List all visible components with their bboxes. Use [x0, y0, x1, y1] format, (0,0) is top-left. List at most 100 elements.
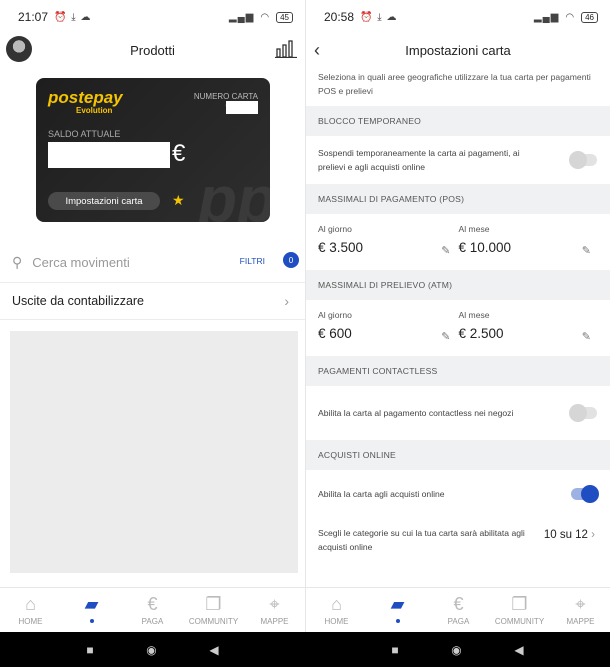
nav-label: HOME	[324, 617, 349, 626]
recents-button-icon[interactable]: ■	[391, 643, 398, 657]
wifi-icon: ◠	[565, 11, 576, 23]
balance-label: SALDO ATTUALE	[48, 129, 121, 139]
back-button-icon[interactable]: ◀	[514, 643, 523, 657]
card-brand-sub: Evolution	[76, 106, 113, 115]
search-input[interactable]	[32, 254, 233, 270]
card-number-label: NUMERO CARTA	[193, 92, 258, 101]
signal-icon: ▂▄▆	[533, 11, 560, 23]
notification-icons: ⏰ ⤓ ☁	[54, 11, 92, 23]
card-settings-button[interactable]: Impostazioni carta	[48, 192, 160, 210]
limit-label: Al mese	[458, 310, 490, 320]
recents-button-icon[interactable]: ■	[86, 643, 93, 657]
map-pin-icon: ⌖	[575, 594, 586, 614]
online-purchases-toggle[interactable]	[571, 485, 599, 503]
nav-paga[interactable]: € PAGA	[428, 588, 489, 632]
card-number-redaction	[226, 101, 258, 114]
bar-chart-icon[interactable]	[275, 38, 297, 58]
postepay-card[interactable]: postepay Evolution NUMERO CARTA **** SAL…	[36, 78, 270, 222]
avatar[interactable]	[6, 36, 32, 62]
toggle-knob	[569, 404, 587, 422]
nav-wallet[interactable]: ▰	[61, 588, 122, 632]
nav-paga[interactable]: € PAGA	[122, 588, 183, 632]
back-arrow-icon[interactable]: ‹	[314, 40, 320, 61]
chevron-right-icon: ›	[591, 529, 595, 541]
temporary-block-row: Sospendi temporaneamente la carta ai pag…	[306, 136, 610, 184]
limit-value: € 600	[318, 326, 352, 341]
header-bar: Prodotti	[0, 34, 305, 66]
section-header-pos: MASSIMALI DI PAGAMENTO (POS)	[306, 184, 610, 214]
euro-icon: €	[453, 594, 464, 614]
nav-label: PAGA	[141, 617, 164, 626]
online-categories-row[interactable]: Scegli le categorie su cui la tua carta …	[306, 518, 610, 554]
star-icon[interactable]: ★	[172, 192, 185, 209]
home-icon: ⌂	[331, 594, 342, 614]
contactless-toggle[interactable]	[569, 404, 597, 422]
limit-label: Al giorno	[318, 310, 352, 320]
balance-redaction	[48, 142, 170, 168]
home-button-icon[interactable]: ◉	[146, 643, 156, 657]
geo-areas-description[interactable]: Seleziona in quali aree geografiche util…	[306, 66, 610, 106]
section-header-atm: MASSIMALI DI PRELIEVO (ATM)	[306, 270, 610, 300]
status-bar: 21:07 ⏰ ⤓ ☁ ▂▄▆ ◠ 45	[0, 0, 305, 34]
contactless-text: Abilita la carta al pagamento contactles…	[318, 408, 514, 418]
signal-icon: ▂▄▆	[228, 11, 255, 23]
limit-value: € 10.000	[458, 240, 512, 255]
filters-button[interactable]: FILTRI	[240, 256, 265, 266]
android-system-nav: ■ ◉ ◀ ■ ◉ ◀	[0, 632, 610, 667]
atm-monthly-limit: Al mese € 2.500 ✎	[459, 300, 600, 356]
card-brand-logo: postepay	[48, 88, 123, 107]
edit-pencil-icon[interactable]: ✎	[441, 330, 450, 343]
section-header-blocco: BLOCCO TEMPORANEO	[306, 106, 610, 136]
nav-wallet[interactable]: ▰	[367, 588, 428, 632]
page-title: Impostazioni carta	[405, 42, 511, 58]
card-watermark: pp	[197, 163, 270, 222]
atm-limits: Al giorno € 600 ✎ Al mese € 2.500 ✎	[306, 300, 610, 356]
edit-pencil-icon[interactable]: ✎	[441, 244, 450, 257]
page-title: Prodotti	[130, 42, 175, 58]
limit-label: Al mese	[458, 224, 490, 234]
chevron-right-icon: ›	[284, 293, 289, 309]
nav-label: COMMUNITY	[188, 617, 239, 626]
online-categories-text: Scegli le categorie su cui la tua carta …	[318, 528, 525, 552]
card-settings-screen: 20:58 ⏰ ⤓ ☁ ▂▄▆ ◠ 46 ‹ Impostazioni cart…	[305, 0, 610, 632]
status-time: 21:07	[18, 10, 49, 24]
categories-count-value: 10 su 12	[543, 529, 588, 541]
app-comparison: 21:07 ⏰ ⤓ ☁ ▂▄▆ ◠ 45 Prodotti postepay E…	[0, 0, 610, 667]
section-header-contactless: PAGAMENTI CONTACTLESS	[306, 356, 610, 386]
wallet-icon: ▰	[84, 594, 99, 614]
nav-home[interactable]: ⌂ HOME	[306, 588, 367, 632]
edit-pencil-icon[interactable]: ✎	[582, 244, 591, 257]
contactless-row: Abilita la carta al pagamento contactles…	[306, 386, 610, 440]
bottom-nav: ⌂ HOME ▰ € PAGA ❐ COMMUNITY ⌖ MAPPE	[0, 587, 305, 632]
active-indicator	[89, 619, 94, 623]
nav-label: MAPPE	[566, 617, 595, 626]
nav-home[interactable]: ⌂ HOME	[0, 588, 61, 632]
nav-mappe[interactable]: ⌖ MAPPE	[550, 588, 610, 632]
settings-list: Seleziona in quali aree geografiche util…	[306, 66, 610, 554]
products-screen: 21:07 ⏰ ⤓ ☁ ▂▄▆ ◠ 45 Prodotti postepay E…	[0, 0, 305, 632]
notification-icons: ⏰ ⤓ ☁	[360, 11, 398, 23]
community-icon: ❐	[205, 594, 222, 614]
pending-transactions-row[interactable]: Uscite da contabilizzare ›	[0, 282, 305, 320]
temporary-block-text: Sospendi temporaneamente la carta ai pag…	[318, 148, 520, 172]
status-time: 20:58	[324, 10, 355, 24]
limit-value: € 3.500	[318, 240, 364, 255]
edit-pencil-icon[interactable]: ✎	[582, 330, 591, 343]
online-categories-count: 10 su 12 ›	[544, 528, 595, 542]
limit-label: Al giorno	[318, 224, 352, 234]
pos-limits: Al giorno € 3.500 ✎ Al mese € 10.000 ✎	[306, 214, 610, 270]
search-bar: ⚲ FILTRI 0	[0, 248, 305, 276]
home-button-icon[interactable]: ◉	[451, 643, 461, 657]
bottom-nav: ⌂ HOME ▰ € PAGA ❐ COMMUNITY ⌖ MAPPE	[306, 587, 610, 632]
online-purchases-row: Abilita la carta agli acquisti online	[306, 470, 610, 518]
nav-community[interactable]: ❐ COMMUNITY	[183, 588, 244, 632]
system-nav-left: ■ ◉ ◀	[0, 632, 305, 667]
map-pin-icon: ⌖	[269, 594, 280, 614]
status-bar: 20:58 ⏰ ⤓ ☁ ▂▄▆ ◠ 46	[306, 0, 610, 34]
nav-mappe[interactable]: ⌖ MAPPE	[244, 588, 305, 632]
nav-label: PAGA	[447, 617, 470, 626]
temporary-block-toggle[interactable]	[569, 151, 597, 169]
toggle-knob	[581, 485, 599, 503]
back-button-icon[interactable]: ◀	[209, 643, 218, 657]
nav-community[interactable]: ❐ COMMUNITY	[489, 588, 550, 632]
